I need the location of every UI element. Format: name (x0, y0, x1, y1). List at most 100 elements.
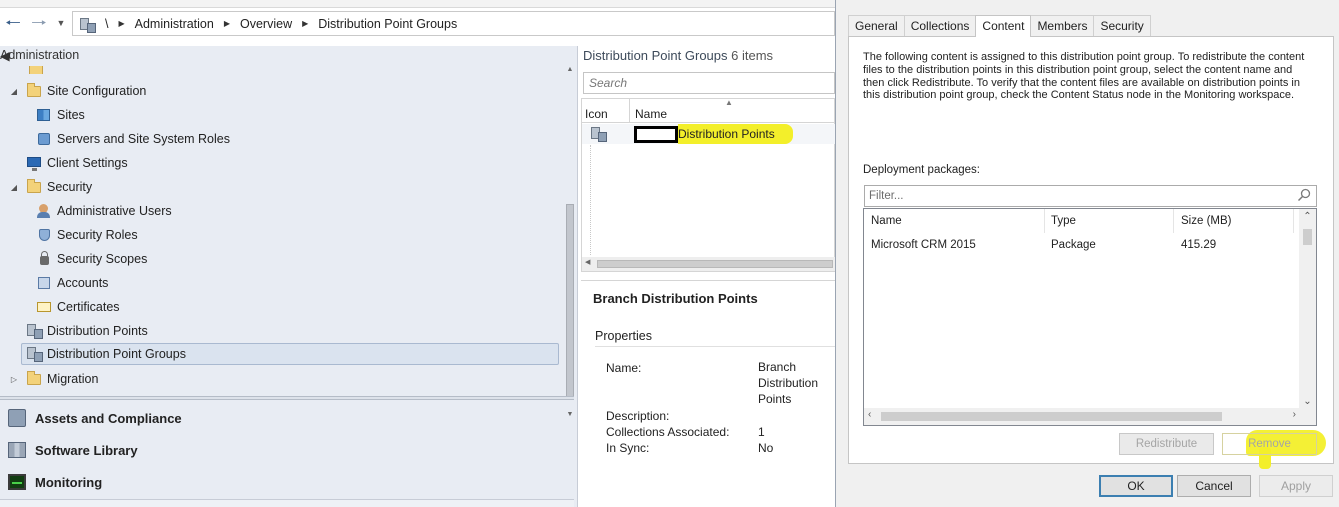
back-arrow-icon[interactable]: 🠐 (2, 12, 24, 34)
scrollbar-thumb[interactable] (566, 204, 574, 400)
collapsed-arrow-icon[interactable]: ▷ (8, 375, 20, 384)
filter-placeholder: Filter... (869, 190, 904, 202)
breadcrumb-distribution-point-groups[interactable]: Distribution Point Groups (318, 17, 457, 31)
certificate-icon (36, 299, 52, 315)
apply-button[interactable]: Apply (1259, 475, 1333, 497)
breadcrumb-separator-icon[interactable]: ▶ (224, 19, 230, 28)
tree-item-migration[interactable]: ▷ Migration (8, 368, 98, 390)
tree-item-site-configuration[interactable]: ◢ Site Configuration (8, 80, 146, 102)
tree-item-security-roles[interactable]: Security Roles (36, 224, 138, 246)
column-header-type[interactable]: Type (1044, 209, 1174, 233)
distribution-point-icon (26, 323, 43, 339)
scroll-up-icon[interactable]: ⌃ (1299, 211, 1316, 222)
list-horizontal-scrollbar[interactable]: ‹ › (864, 408, 1316, 425)
scrollbar-thumb[interactable] (1303, 229, 1312, 245)
package-type: Package (1051, 239, 1096, 251)
property-label-description: Description: (606, 409, 670, 423)
breadcrumb-overview[interactable]: Overview (240, 17, 292, 31)
scrollbar-thumb[interactable] (881, 412, 1222, 421)
workspace-label: Software Library (35, 442, 138, 458)
tree-item-sites[interactable]: Sites (36, 104, 85, 126)
forward-arrow-icon[interactable]: 🠒 (28, 12, 50, 34)
breadcrumb[interactable]: \ ▶ Administration ▶ Overview ▶ Distribu… (72, 11, 835, 36)
tab-collections[interactable]: Collections (903, 15, 977, 36)
packages-list-header: Name Type Size (MB) (864, 209, 1302, 233)
property-label-name: Name: (606, 361, 642, 375)
list-vertical-scrollbar[interactable]: ⌃ ⌄ (1299, 209, 1316, 409)
server-icon (36, 131, 52, 147)
breadcrumb-separator-icon[interactable]: ▶ (118, 19, 124, 28)
search-icon[interactable] (1297, 188, 1311, 202)
navigation-scrollbar[interactable]: ▲ ▼ (564, 66, 576, 418)
navigation-pane: Administration ◀ ◢ Site Configuration Si… (0, 46, 578, 507)
property-value-in-sync: No (758, 441, 774, 455)
distribution-point-group-icon (590, 126, 607, 142)
workspace-splitter[interactable] (0, 396, 574, 400)
table-row[interactable]: Distribution Points (582, 124, 836, 144)
monitor-icon (26, 155, 42, 171)
list-pane: Distribution Point Groups 6 items Search… (578, 46, 836, 507)
tree-item-distribution-point-groups[interactable]: Distribution Point Groups (21, 343, 559, 365)
expand-arrow-icon[interactable]: ◢ (8, 183, 20, 192)
tree-item-label: Security Roles (57, 228, 138, 242)
tree-item-servers[interactable]: Servers and Site System Roles (36, 128, 230, 150)
tab-members[interactable]: Members (1030, 15, 1095, 36)
scroll-left-icon[interactable]: ‹ (868, 409, 871, 420)
tab-security[interactable]: Security (1093, 15, 1151, 36)
column-header-name[interactable]: Name (864, 209, 1045, 233)
folder-icon (26, 179, 42, 195)
navigation-title: Administration (0, 48, 80, 62)
cancel-button[interactable]: Cancel (1177, 475, 1251, 497)
tree-item-administrative-users[interactable]: Administrative Users (36, 200, 172, 222)
ok-button[interactable]: OK (1099, 475, 1173, 497)
scroll-right-icon[interactable]: › (1293, 409, 1296, 420)
tree-item-certificates[interactable]: Certificates (36, 296, 120, 318)
tree-item-security[interactable]: ◢ Security (8, 176, 92, 198)
workspace-strip (0, 499, 574, 507)
remove-button[interactable]: Remove (1222, 433, 1317, 455)
chevron-down-icon[interactable]: ▼ (54, 12, 68, 34)
search-input[interactable]: Search (583, 72, 835, 94)
details-pane: Branch Distribution Points Properties Na… (581, 280, 835, 507)
scrollbar-thumb[interactable] (597, 260, 833, 268)
user-icon (36, 203, 52, 219)
address-bar: 🠐 🠒 ▼ \ ▶ Administration ▶ Overview ▶ Di… (0, 0, 835, 46)
collapse-pane-icon[interactable]: ◀ (0, 48, 10, 63)
shield-icon (36, 227, 52, 243)
library-icon (6, 440, 28, 460)
tree-item-client-settings[interactable]: Client Settings (26, 152, 128, 174)
scroll-left-icon[interactable]: ◀ (585, 258, 590, 266)
tree-item-label: Servers and Site System Roles (57, 132, 230, 146)
tree-item-label: Distribution Point Groups (47, 347, 186, 361)
tree-item-partial[interactable] (8, 66, 49, 74)
tab-content[interactable]: Content (975, 15, 1032, 37)
tree-item-distribution-points[interactable]: Distribution Points (26, 320, 148, 342)
tree-item-label: Sites (57, 108, 85, 122)
property-value-name: Branch Distribution Points (758, 360, 819, 406)
content-tab-panel: The following content is assigned to thi… (848, 36, 1334, 469)
workspace-assets-and-compliance[interactable]: Assets and Compliance (0, 402, 574, 434)
properties-dialog: General Collections Content Members Secu… (835, 0, 1339, 507)
property-label-collections: Collections Associated: (606, 425, 730, 439)
tree-item-security-scopes[interactable]: Security Scopes (36, 248, 147, 270)
tree-item-accounts[interactable]: Accounts (36, 272, 108, 294)
breadcrumb-root[interactable]: \ (105, 17, 108, 31)
column-header-icon[interactable]: Icon (582, 99, 630, 123)
breadcrumb-separator-icon[interactable]: ▶ (302, 19, 308, 28)
tab-general[interactable]: General (848, 15, 905, 36)
list-item[interactable]: Microsoft CRM 2015 Package 415.29 (864, 235, 1302, 255)
scroll-up-icon[interactable]: ▲ (564, 66, 576, 73)
workspace-software-library[interactable]: Software Library (0, 434, 574, 466)
breadcrumb-administration[interactable]: Administration (135, 17, 214, 31)
redistribute-button[interactable]: Redistribute (1119, 433, 1214, 455)
scroll-down-icon[interactable]: ⌄ (1299, 396, 1316, 407)
tree-item-label: Certificates (57, 300, 120, 314)
folder-icon (26, 83, 42, 99)
expand-arrow-icon[interactable]: ◢ (8, 87, 20, 96)
workspace-monitoring[interactable]: Monitoring (0, 466, 574, 498)
filter-input[interactable]: Filter... (864, 185, 1317, 207)
toolbar-strip (0, 0, 835, 8)
list-title: Distribution Point Groups 6 items (583, 48, 773, 63)
grid-horizontal-scrollbar[interactable]: ◀ (582, 257, 836, 271)
column-header-size[interactable]: Size (MB) (1174, 209, 1294, 233)
